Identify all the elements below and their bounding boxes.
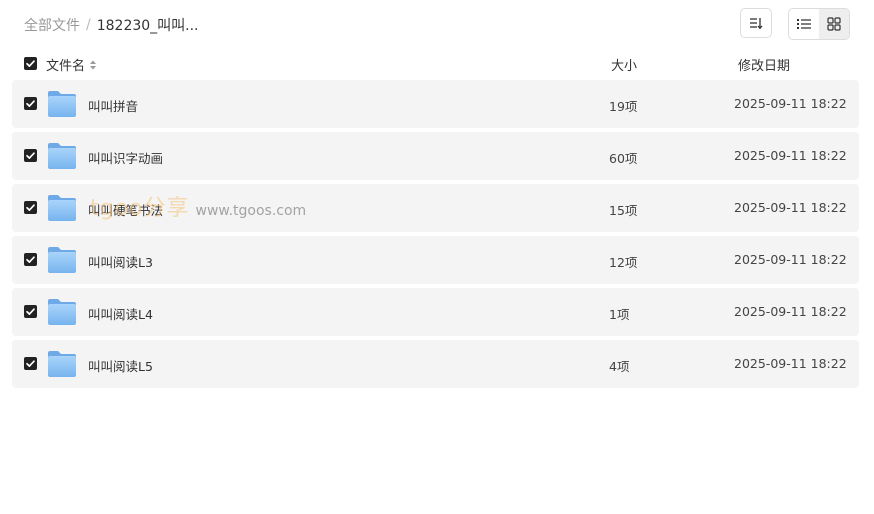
file-date: 2025-09-11 18:22 xyxy=(734,148,847,163)
view-toggle xyxy=(788,8,850,40)
file-date: 2025-09-11 18:22 xyxy=(734,356,847,371)
table-row[interactable]: 叫叫阅读L3 12项 2025-09-11 18:22 xyxy=(12,236,859,284)
check-icon xyxy=(24,253,37,266)
folder-icon xyxy=(47,90,77,118)
file-name[interactable]: 叫叫阅读L5 xyxy=(88,356,153,375)
row-checkbox[interactable] xyxy=(24,357,37,370)
breadcrumb-current: 182230_叫叫... xyxy=(96,18,199,34)
grid-view-icon xyxy=(827,17,841,31)
file-list-header: 文件名 大小 修改日期 xyxy=(12,52,859,76)
file-name[interactable]: 叫叫拼音 xyxy=(88,96,138,115)
column-date-header[interactable]: 修改日期 xyxy=(738,55,790,74)
file-date: 2025-09-11 18:22 xyxy=(734,252,847,267)
file-size: 15项 xyxy=(609,203,638,218)
file-size: 19项 xyxy=(609,99,638,114)
sort-button[interactable] xyxy=(740,8,772,38)
sort-icon xyxy=(750,18,763,30)
row-checkbox[interactable] xyxy=(24,253,37,266)
list-view-button[interactable] xyxy=(789,9,819,39)
column-name-label: 文件名 xyxy=(46,59,86,74)
file-name[interactable]: 叫叫硬笔书法 xyxy=(88,200,163,219)
file-name[interactable]: 叫叫阅读L4 xyxy=(88,304,153,323)
breadcrumb-root[interactable]: 全部文件 xyxy=(24,15,80,35)
row-checkbox[interactable] xyxy=(24,201,37,214)
check-icon xyxy=(24,357,37,370)
row-checkbox[interactable] xyxy=(24,305,37,318)
top-bar: 全部文件 / 182230_叫叫... xyxy=(0,0,874,48)
table-row[interactable]: 叫叫硬笔书法 15项 2025-09-11 18:22 xyxy=(12,184,859,232)
file-size: 12项 xyxy=(609,255,638,270)
file-name[interactable]: 叫叫阅读L3 xyxy=(88,252,153,271)
column-size-header[interactable]: 大小 xyxy=(611,55,637,74)
table-row[interactable]: 叫叫识字动画 60项 2025-09-11 18:22 xyxy=(12,132,859,180)
table-row[interactable]: 叫叫阅读L4 1项 2025-09-11 18:22 xyxy=(12,288,859,336)
row-checkbox[interactable] xyxy=(24,149,37,162)
folder-icon xyxy=(47,194,77,222)
breadcrumb: 全部文件 / 182230_叫叫... xyxy=(24,15,199,35)
file-size: 1项 xyxy=(609,307,630,322)
check-icon xyxy=(24,201,37,214)
folder-icon xyxy=(47,350,77,378)
check-icon xyxy=(24,97,37,110)
column-name-header[interactable]: 文件名 xyxy=(46,55,98,74)
check-icon xyxy=(24,305,37,318)
folder-icon xyxy=(47,142,77,170)
file-size: 4项 xyxy=(609,359,630,374)
folder-icon xyxy=(47,246,77,274)
file-date: 2025-09-11 18:22 xyxy=(734,304,847,319)
table-row[interactable]: 叫叫拼音 19项 2025-09-11 18:22 xyxy=(12,80,859,128)
file-size: 60项 xyxy=(609,151,638,166)
folder-icon xyxy=(47,298,77,326)
select-all-checkbox[interactable] xyxy=(24,57,37,70)
row-checkbox[interactable] xyxy=(24,97,37,110)
grid-view-button[interactable] xyxy=(819,9,849,39)
table-row[interactable]: 叫叫阅读L5 4项 2025-09-11 18:22 xyxy=(12,340,859,388)
file-date: 2025-09-11 18:22 xyxy=(734,96,847,111)
sort-arrows-icon xyxy=(90,60,97,69)
check-icon xyxy=(24,149,37,162)
check-icon xyxy=(24,57,37,70)
file-date: 2025-09-11 18:22 xyxy=(734,200,847,215)
breadcrumb-separator: / xyxy=(86,17,91,33)
file-name[interactable]: 叫叫识字动画 xyxy=(88,148,163,167)
list-view-icon xyxy=(797,19,811,29)
